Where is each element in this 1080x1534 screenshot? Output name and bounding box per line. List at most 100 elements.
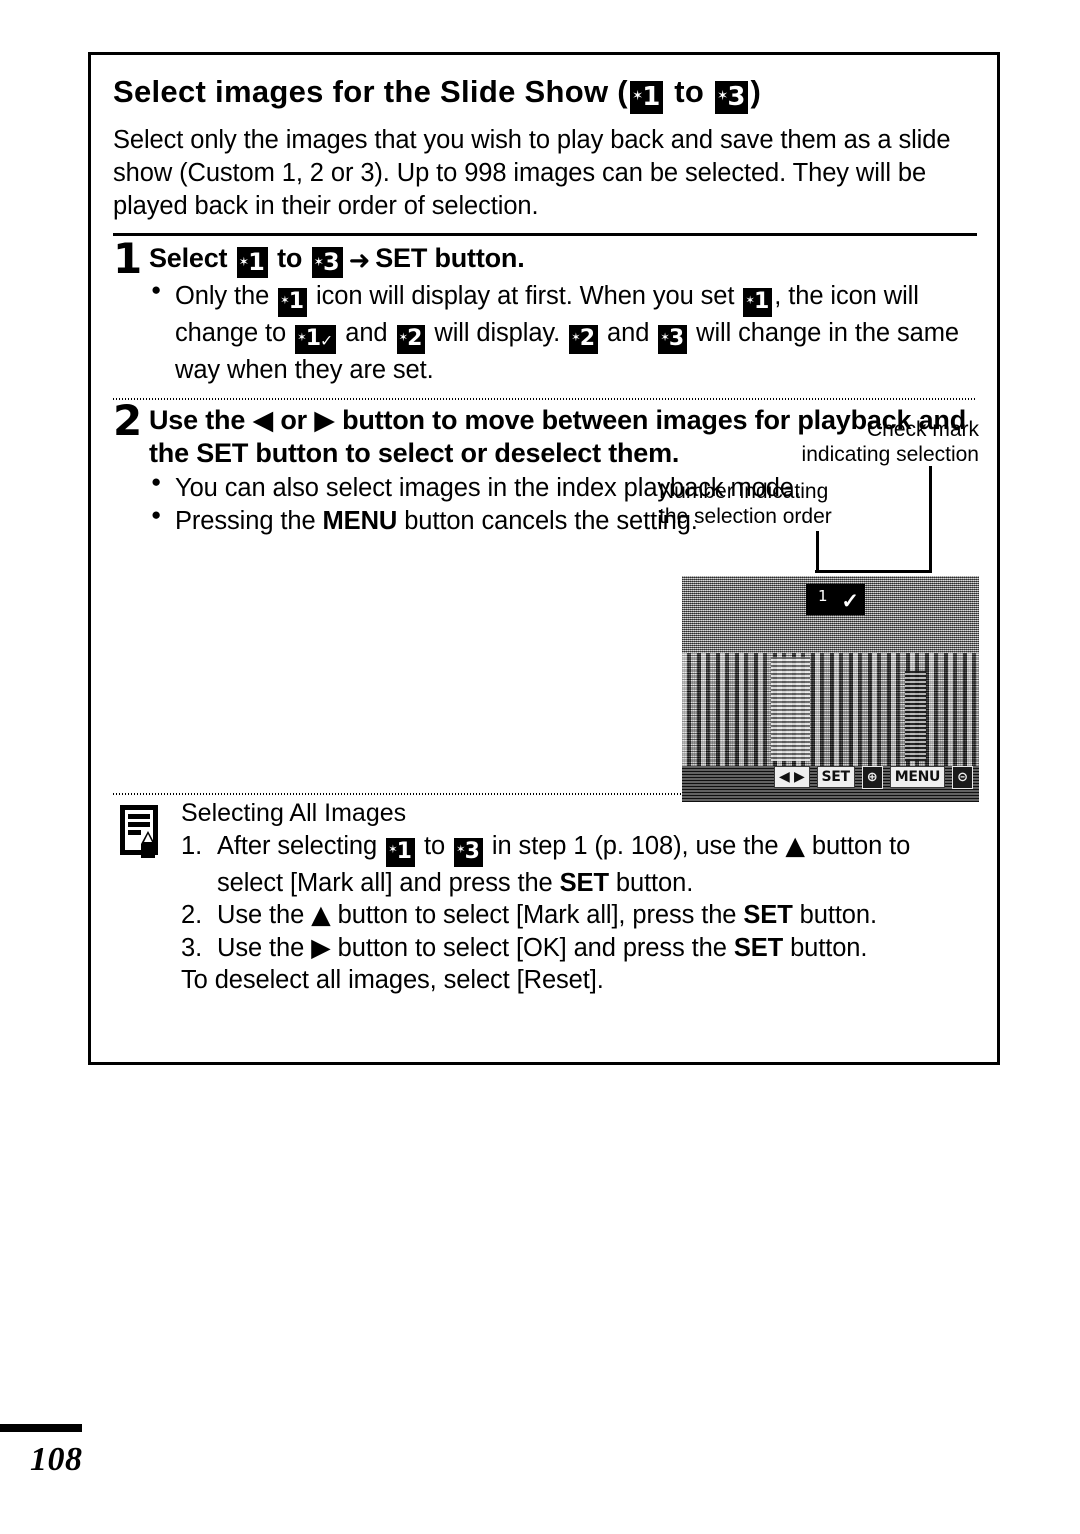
triangle-up-icon: ▲ bbox=[785, 830, 805, 861]
custom3-number: 3 bbox=[322, 248, 340, 277]
note-step-2-b: button to select [Mark all], press the bbox=[330, 901, 744, 930]
content-inner: Select images for the Slide Show (✶1 to … bbox=[91, 55, 997, 997]
note-step-3-b: button to select [OK] and press the bbox=[330, 933, 734, 962]
note-step-3-a: Use the bbox=[217, 933, 312, 962]
selection-order-number: 1 bbox=[818, 587, 828, 606]
bullet-text-f: and bbox=[600, 319, 657, 348]
lcd-osd-bar: ◀ ▶ SET ⊕ MENU ⊝ bbox=[773, 764, 979, 790]
custom2-icon: ✶2 bbox=[569, 325, 599, 355]
custom3-number: 3 bbox=[668, 326, 685, 352]
set-button-label: SET bbox=[733, 933, 784, 962]
bullet-text-e: will display. bbox=[427, 319, 568, 348]
callout-check-mark-line2: indicating selection bbox=[801, 442, 979, 466]
custom1-number: 1 bbox=[305, 326, 322, 352]
note-title: Selecting All Images bbox=[181, 799, 407, 828]
lcd-tower-secondary bbox=[904, 670, 926, 762]
bullet-text-a: Pressing the bbox=[175, 507, 323, 536]
set-button-label: SET bbox=[375, 243, 428, 274]
intro-paragraph: Select only the images that you wish to … bbox=[113, 126, 951, 221]
triangle-up-icon: ▲ bbox=[311, 900, 331, 931]
bullet-text-d: and bbox=[338, 319, 395, 348]
step-2-section: 2 Use the ◀ or ▶ button to move between … bbox=[113, 400, 979, 803]
step-1-body: Select ✶1 to ✶3➜SET button. Only the ✶1 … bbox=[147, 242, 977, 387]
leader-line-check-vertical bbox=[929, 466, 932, 574]
lcd-screen-figure: 1 ✓ ◀ ▶ SET ⊕ MENU ⊝ bbox=[682, 576, 979, 803]
step-1-heading-c: button. bbox=[427, 243, 525, 274]
step-1-bullet-1: Only the ✶1 icon will display at first. … bbox=[149, 279, 977, 387]
step-1: 1 Select ✶1 to ✶3➜SET button. Only the ✶… bbox=[113, 234, 977, 387]
callout-selection-order-line1: Number indicating bbox=[659, 480, 829, 504]
custom1-selected-icon: ✶1✓ bbox=[295, 325, 337, 355]
custom3-icon: ✶3 bbox=[311, 247, 343, 279]
bullet-text-a: Only the bbox=[175, 282, 277, 311]
step-1-bullets: Only the ✶1 icon will display at first. … bbox=[149, 279, 977, 387]
custom1-number: 1 bbox=[753, 289, 770, 315]
custom1-number: 1 bbox=[288, 289, 305, 315]
page-title-text: Select images for the Slide Show ( bbox=[113, 74, 628, 109]
step-1-number: 1 bbox=[113, 234, 143, 284]
custom3-icon: ✶3 bbox=[454, 837, 483, 867]
note-step-1-b: to bbox=[416, 831, 453, 860]
set-button-label: SET bbox=[743, 901, 793, 930]
leader-line-order-vertical bbox=[816, 531, 819, 574]
callout-selection-order-line2: the selection order bbox=[659, 504, 832, 528]
custom2-number: 2 bbox=[407, 326, 423, 352]
triangle-right-icon: ▶ bbox=[314, 405, 335, 437]
note-step-1-c: in step 1 (p. 108), use the bbox=[484, 831, 786, 860]
step-1-heading-to: to bbox=[269, 243, 310, 274]
callout-check-mark-line1: Check mark bbox=[866, 418, 979, 442]
page-footer: 108 bbox=[0, 1424, 260, 1479]
custom1-icon: ✶1 bbox=[743, 288, 773, 318]
custom2-number: 2 bbox=[579, 326, 596, 352]
page-number: 108 bbox=[30, 1441, 83, 1478]
callout-selection-order: Number indicating the selection order bbox=[659, 480, 905, 529]
custom3-icon: ✶3 bbox=[658, 325, 688, 355]
custom1-number: 1 bbox=[248, 248, 265, 277]
note-tail-text: To deselect all images, select [Reset]. bbox=[181, 966, 604, 995]
custom1-icon: ✶1 bbox=[629, 81, 664, 114]
note-step-2-a: Use the bbox=[217, 901, 312, 930]
custom1-number: 1 bbox=[396, 838, 412, 864]
step-2-heading-c: button to select or deselect them. bbox=[248, 438, 680, 469]
arrow-right-icon: ➜ bbox=[348, 246, 371, 277]
divider-dotted-1 bbox=[113, 397, 977, 401]
figure-callout-zone: Check mark indicating selection Number i… bbox=[659, 418, 979, 803]
note-step-1-a: After selecting bbox=[217, 831, 385, 860]
osd-arrows-icon: ◀ ▶ bbox=[773, 766, 810, 789]
custom1-icon: ✶1 bbox=[386, 837, 415, 867]
step-1-heading: Select ✶1 to ✶3 ➜ SET button. bbox=[149, 242, 977, 279]
note-block: Selecting All Images 1. After selecting ✶… bbox=[113, 799, 977, 997]
lcd-buildings bbox=[682, 652, 979, 771]
note-step-2-number: 2. bbox=[181, 901, 203, 930]
osd-menu-key-icon: ⊝ bbox=[952, 765, 973, 789]
divider-solid-1 bbox=[113, 233, 977, 237]
leader-line-check-horizontal bbox=[815, 570, 932, 574]
custom3-number: 3 bbox=[464, 838, 480, 864]
note-step-1-number: 1. bbox=[181, 831, 203, 860]
step-2-heading-or: or bbox=[273, 405, 315, 436]
custom2-icon: ✶2 bbox=[396, 325, 426, 355]
note-steps: 1. After selecting ✶1 to ✶3 in step 1 (p.… bbox=[181, 830, 977, 965]
custom1-number: 1 bbox=[642, 82, 661, 112]
check-glyph: ✓ bbox=[320, 330, 334, 350]
note-step-3: 3. Use the ▶ button to select [OK] and pr… bbox=[181, 932, 977, 965]
note-step-1-e: button. bbox=[608, 868, 694, 897]
page-title-suffix: ) bbox=[750, 74, 762, 109]
page-title-to: to bbox=[665, 74, 714, 109]
memo-pencil-icon bbox=[120, 805, 158, 859]
triangle-left-icon: ◀ bbox=[252, 405, 274, 437]
footer-rule bbox=[0, 1424, 82, 1432]
note-step-1: 1. After selecting ✶1 to ✶3 in step 1 (p.… bbox=[181, 830, 977, 900]
step-2-heading-a: Use the bbox=[149, 405, 253, 436]
custom1-icon: ✶1 bbox=[278, 288, 308, 318]
note-step-2-c: button. bbox=[792, 901, 877, 930]
custom1-icon: ✶1 bbox=[236, 247, 268, 279]
custom3-icon: ✶3 bbox=[715, 81, 749, 114]
osd-menu-label: MENU bbox=[889, 766, 946, 789]
osd-set-key-icon: ⊕ bbox=[861, 765, 883, 789]
note-step-2: 2. Use the ▲ button to select [Mark all],… bbox=[181, 899, 977, 932]
lcd-tower bbox=[771, 657, 810, 762]
set-button-label: SET bbox=[196, 438, 249, 469]
set-button-label: SET bbox=[559, 868, 609, 897]
step-1-heading-a: Select bbox=[149, 243, 235, 274]
